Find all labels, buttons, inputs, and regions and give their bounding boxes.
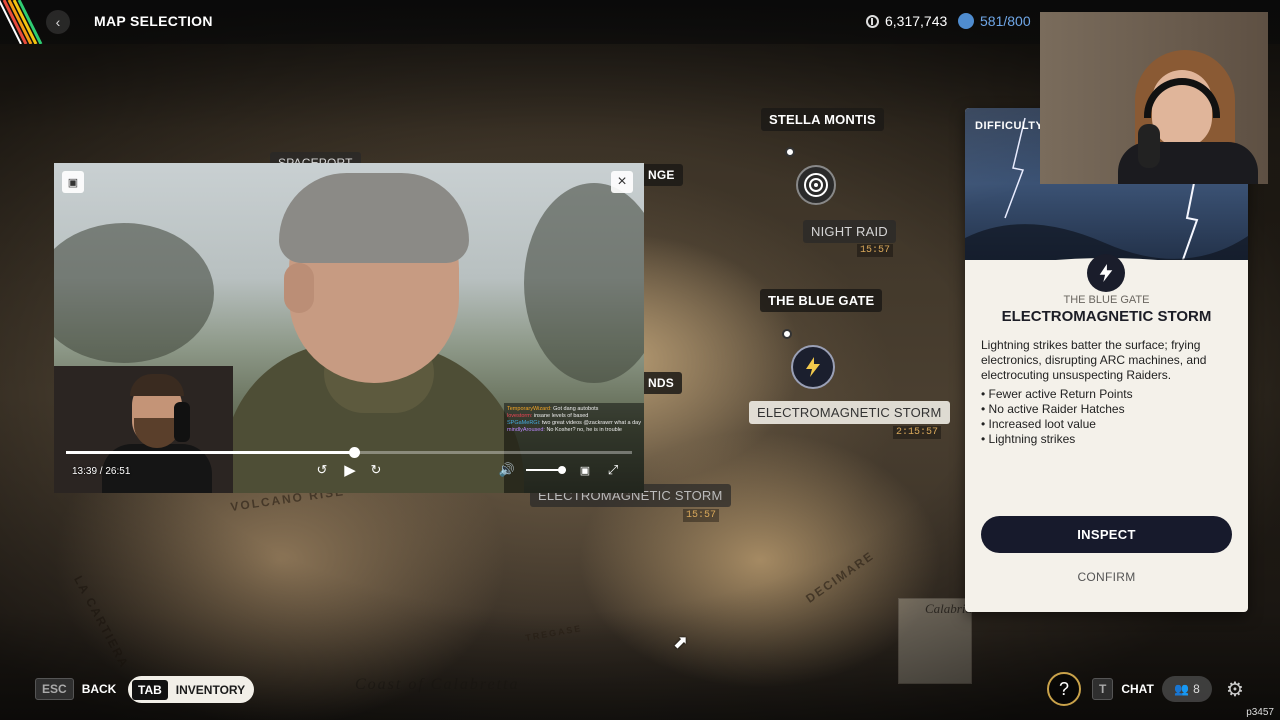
gear-icon[interactable]: ⚙ — [1222, 676, 1248, 702]
effect-item: Fewer active Return Points — [981, 387, 1133, 402]
help-button[interactable]: ? — [1047, 672, 1081, 706]
chat-label: CHAT — [1121, 682, 1154, 696]
terrain-label-coast: Coast of Calabretta — [355, 676, 520, 693]
map-pin-blue-gate[interactable] — [782, 329, 792, 339]
effect-item: No active Raider Hatches — [981, 402, 1133, 417]
map-label-partial-nds[interactable]: NDS — [640, 372, 682, 394]
back-label: BACK — [81, 682, 117, 696]
stash-icon — [958, 13, 974, 29]
storm-badge — [1087, 254, 1125, 292]
popout-icon[interactable]: ▣ — [62, 171, 84, 193]
page-title: MAP SELECTION — [94, 13, 213, 29]
raid-target-icon — [804, 173, 828, 197]
volume-thumb[interactable] — [558, 466, 566, 474]
panel-map-name: THE BLUE GATE — [1063, 294, 1150, 306]
squad-button[interactable]: 👥 8 — [1162, 676, 1212, 702]
video-player[interactable]: ▣ × TemporaryWizard: Got dang autobots l… — [54, 163, 644, 493]
squad-count: 8 — [1193, 682, 1200, 696]
t-key: T — [1092, 678, 1114, 700]
microphone-icon — [1138, 124, 1160, 168]
streamer-webcam — [1040, 12, 1268, 184]
map-label-electromagnetic-storm[interactable]: ELECTROMAGNETIC STORM — [749, 401, 950, 424]
lightning-icon — [1099, 264, 1113, 282]
mouse-cursor-icon: ⬈ — [673, 632, 689, 652]
seek-bar-fill — [66, 451, 355, 454]
rewind-icon[interactable]: ↺ — [311, 459, 333, 481]
map-pin-stella-montis[interactable] — [785, 147, 795, 157]
storm-marker[interactable] — [791, 345, 835, 389]
squad-icon: 👥 — [1174, 682, 1190, 696]
chevron-left-icon: ‹ — [55, 14, 61, 30]
stash-value: 581/800 — [980, 13, 1031, 29]
esc-key: ESC — [35, 678, 74, 700]
back-arrow-button[interactable]: ‹ — [46, 10, 70, 34]
panel-description: Lightning strikes batter the surface; fr… — [981, 338, 1207, 382]
night-raid-timer: 15:57 — [857, 244, 894, 257]
panel-title: ELECTROMAGNETIC STORM — [1001, 308, 1212, 325]
watermark: p3457 — [1246, 707, 1274, 718]
chat-line: mindlyAroused: No Kosher? no, he is in t… — [507, 427, 622, 433]
seek-bar[interactable] — [66, 447, 632, 458]
fullscreen-icon[interactable]: ⤢ — [602, 459, 624, 481]
captions-icon[interactable]: ▣ — [574, 459, 596, 481]
confirm-button[interactable]: CONFIRM — [981, 563, 1232, 591]
close-icon[interactable]: × — [611, 171, 633, 193]
inspect-button[interactable]: INSPECT — [981, 516, 1232, 553]
lightning-icon — [806, 357, 820, 377]
effect-item: Increased loot value — [981, 417, 1133, 432]
pip-hair — [130, 374, 184, 396]
coins-value: 6,317,743 — [885, 13, 948, 29]
map-label-night-raid[interactable]: NIGHT RAID — [803, 220, 896, 243]
map-label-partial-nge[interactable]: NGE — [640, 164, 683, 186]
map-legend-card: Calabria — [898, 598, 972, 684]
map-label-blue-gate[interactable]: THE BLUE GATE — [760, 289, 883, 312]
difficulty-label: DIFFICULTY — [975, 120, 1044, 132]
inventory-button[interactable]: TAB INVENTORY — [128, 676, 254, 703]
forward-icon[interactable]: ↻ — [365, 459, 387, 481]
coin-icon — [866, 14, 879, 28]
volume-slider[interactable] — [526, 466, 566, 474]
map-label-stella-montis[interactable]: STELLA MONTIS — [761, 108, 884, 131]
storm-timer: 2:15:57 — [893, 426, 942, 439]
storm-partial-timer: 15:57 — [683, 509, 720, 522]
game-logo-icon — [0, 0, 43, 44]
help-icon: ? — [1058, 678, 1069, 699]
stash-display: 581/800 — [958, 13, 1031, 29]
chat-line: SPGaMeRGi: two great videos @zackrawrr w… — [507, 420, 641, 426]
video-person-hair — [279, 173, 469, 263]
night-raid-marker[interactable] — [796, 165, 836, 205]
video-person-ear — [284, 263, 314, 313]
seek-bar-thumb[interactable] — [349, 447, 361, 458]
tab-key: TAB — [132, 679, 168, 700]
playback-time: 13:39 / 26:51 — [72, 466, 131, 477]
volume-fill — [526, 469, 562, 471]
chat-line: TemporaryWizard: Got dang autobots — [507, 406, 599, 412]
back-control[interactable]: ESC BACK — [35, 678, 116, 700]
volume-icon[interactable]: 🔊 — [496, 459, 518, 481]
chat-control[interactable]: T CHAT — [1092, 678, 1154, 700]
play-icon[interactable]: ▶ — [339, 459, 361, 481]
microphone-icon — [174, 402, 190, 442]
effects-list: Fewer active Return Points No active Rai… — [981, 387, 1133, 447]
chat-line: lovestorm: insane levels of based — [507, 413, 589, 419]
coins-display: 6,317,743 — [866, 13, 947, 29]
effect-item: Lightning strikes — [981, 432, 1133, 447]
inventory-label: INVENTORY — [175, 682, 246, 697]
